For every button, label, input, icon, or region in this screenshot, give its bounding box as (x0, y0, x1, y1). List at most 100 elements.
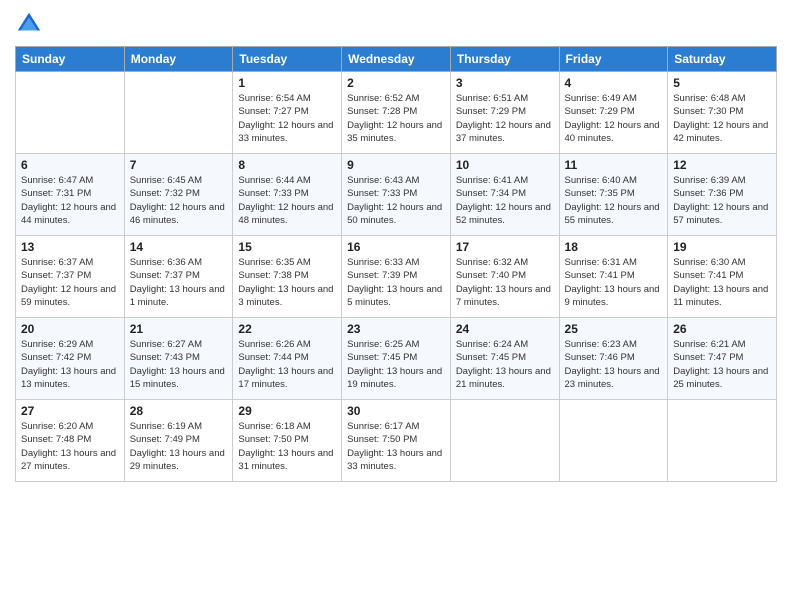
calendar-cell: 17 Sunrise: 6:32 AM Sunset: 7:40 PM Dayli… (450, 236, 559, 318)
calendar-cell (450, 400, 559, 482)
day-number: 9 (347, 158, 445, 172)
day-info: Sunrise: 6:24 AM Sunset: 7:45 PM Dayligh… (456, 338, 554, 391)
day-info: Sunrise: 6:39 AM Sunset: 7:36 PM Dayligh… (673, 174, 771, 227)
day-info: Sunrise: 6:19 AM Sunset: 7:49 PM Dayligh… (130, 420, 228, 473)
day-number: 11 (565, 158, 663, 172)
day-number: 13 (21, 240, 119, 254)
calendar-cell: 29 Sunrise: 6:18 AM Sunset: 7:50 PM Dayli… (233, 400, 342, 482)
day-number: 3 (456, 76, 554, 90)
day-info: Sunrise: 6:33 AM Sunset: 7:39 PM Dayligh… (347, 256, 445, 309)
day-info: Sunrise: 6:43 AM Sunset: 7:33 PM Dayligh… (347, 174, 445, 227)
day-number: 14 (130, 240, 228, 254)
day-info: Sunrise: 6:40 AM Sunset: 7:35 PM Dayligh… (565, 174, 663, 227)
day-number: 29 (238, 404, 336, 418)
calendar-cell: 26 Sunrise: 6:21 AM Sunset: 7:47 PM Dayli… (668, 318, 777, 400)
page: SundayMondayTuesdayWednesdayThursdayFrid… (0, 0, 792, 612)
week-row-1: 1 Sunrise: 6:54 AM Sunset: 7:27 PM Daylig… (16, 72, 777, 154)
calendar-cell: 1 Sunrise: 6:54 AM Sunset: 7:27 PM Daylig… (233, 72, 342, 154)
day-info: Sunrise: 6:44 AM Sunset: 7:33 PM Dayligh… (238, 174, 336, 227)
calendar-cell: 22 Sunrise: 6:26 AM Sunset: 7:44 PM Dayli… (233, 318, 342, 400)
week-row-4: 20 Sunrise: 6:29 AM Sunset: 7:42 PM Dayli… (16, 318, 777, 400)
calendar-cell: 24Sunrise: 6:24 AM Sunset: 7:45 PM Dayli… (450, 318, 559, 400)
calendar-cell: 9 Sunrise: 6:43 AM Sunset: 7:33 PM Daylig… (342, 154, 451, 236)
day-number: 20 (21, 322, 119, 336)
day-header-thursday: Thursday (450, 47, 559, 72)
calendar-cell: 20 Sunrise: 6:29 AM Sunset: 7:42 PM Dayli… (16, 318, 125, 400)
calendar-cell: 5Sunrise: 6:48 AM Sunset: 7:30 PM Daylig… (668, 72, 777, 154)
day-info: Sunrise: 6:54 AM Sunset: 7:27 PM Dayligh… (238, 92, 336, 145)
calendar-cell: 6Sunrise: 6:47 AM Sunset: 7:31 PM Daylig… (16, 154, 125, 236)
calendar-cell: 4 Sunrise: 6:49 AM Sunset: 7:29 PM Daylig… (559, 72, 668, 154)
day-header-sunday: Sunday (16, 47, 125, 72)
day-info: Sunrise: 6:20 AM Sunset: 7:48 PM Dayligh… (21, 420, 119, 473)
day-info: Sunrise: 6:32 AM Sunset: 7:40 PM Dayligh… (456, 256, 554, 309)
day-number: 25 (565, 322, 663, 336)
day-number: 17 (456, 240, 554, 254)
calendar-cell: 12Sunrise: 6:39 AM Sunset: 7:36 PM Dayli… (668, 154, 777, 236)
day-info: Sunrise: 6:49 AM Sunset: 7:29 PM Dayligh… (565, 92, 663, 145)
day-number: 10 (456, 158, 554, 172)
calendar-cell: 16 Sunrise: 6:33 AM Sunset: 7:39 PM Dayli… (342, 236, 451, 318)
day-info: Sunrise: 6:52 AM Sunset: 7:28 PM Dayligh… (347, 92, 445, 145)
day-info: Sunrise: 6:18 AM Sunset: 7:50 PM Dayligh… (238, 420, 336, 473)
day-number: 19 (673, 240, 771, 254)
day-number: 1 (238, 76, 336, 90)
calendar-cell: 3 Sunrise: 6:51 AM Sunset: 7:29 PM Daylig… (450, 72, 559, 154)
calendar-cell: 25 Sunrise: 6:23 AM Sunset: 7:46 PM Dayli… (559, 318, 668, 400)
week-row-5: 27Sunrise: 6:20 AM Sunset: 7:48 PM Dayli… (16, 400, 777, 482)
calendar-cell: 14 Sunrise: 6:36 AM Sunset: 7:37 PM Dayli… (124, 236, 233, 318)
day-number: 23 (347, 322, 445, 336)
calendar-cell: 21 Sunrise: 6:27 AM Sunset: 7:43 PM Dayli… (124, 318, 233, 400)
calendar-cell: 10 Sunrise: 6:41 AM Sunset: 7:34 PM Dayli… (450, 154, 559, 236)
day-number: 22 (238, 322, 336, 336)
day-header-saturday: Saturday (668, 47, 777, 72)
day-number: 6 (21, 158, 119, 172)
calendar-cell: 11 Sunrise: 6:40 AM Sunset: 7:35 PM Dayli… (559, 154, 668, 236)
day-number: 4 (565, 76, 663, 90)
day-number: 15 (238, 240, 336, 254)
calendar-cell (559, 400, 668, 482)
day-info: Sunrise: 6:29 AM Sunset: 7:42 PM Dayligh… (21, 338, 119, 391)
logo (15, 10, 47, 38)
day-info: Sunrise: 6:41 AM Sunset: 7:34 PM Dayligh… (456, 174, 554, 227)
day-number: 26 (673, 322, 771, 336)
day-info: Sunrise: 6:51 AM Sunset: 7:29 PM Dayligh… (456, 92, 554, 145)
day-info: Sunrise: 6:37 AM Sunset: 7:37 PM Dayligh… (21, 256, 119, 309)
calendar-cell: 30Sunrise: 6:17 AM Sunset: 7:50 PM Dayli… (342, 400, 451, 482)
logo-icon (15, 10, 43, 38)
calendar-cell (124, 72, 233, 154)
day-info: Sunrise: 6:31 AM Sunset: 7:41 PM Dayligh… (565, 256, 663, 309)
header-row: SundayMondayTuesdayWednesdayThursdayFrid… (16, 47, 777, 72)
week-row-3: 13 Sunrise: 6:37 AM Sunset: 7:37 PM Dayli… (16, 236, 777, 318)
day-header-wednesday: Wednesday (342, 47, 451, 72)
calendar-cell: 23 Sunrise: 6:25 AM Sunset: 7:45 PM Dayli… (342, 318, 451, 400)
calendar-cell: 27Sunrise: 6:20 AM Sunset: 7:48 PM Dayli… (16, 400, 125, 482)
day-number: 8 (238, 158, 336, 172)
day-number: 21 (130, 322, 228, 336)
calendar-cell: 7Sunrise: 6:45 AM Sunset: 7:32 PM Daylig… (124, 154, 233, 236)
day-info: Sunrise: 6:21 AM Sunset: 7:47 PM Dayligh… (673, 338, 771, 391)
day-info: Sunrise: 6:27 AM Sunset: 7:43 PM Dayligh… (130, 338, 228, 391)
day-info: Sunrise: 6:36 AM Sunset: 7:37 PM Dayligh… (130, 256, 228, 309)
calendar-cell: 2 Sunrise: 6:52 AM Sunset: 7:28 PM Daylig… (342, 72, 451, 154)
day-number: 2 (347, 76, 445, 90)
calendar-cell: 18Sunrise: 6:31 AM Sunset: 7:41 PM Dayli… (559, 236, 668, 318)
calendar-cell: 8 Sunrise: 6:44 AM Sunset: 7:33 PM Daylig… (233, 154, 342, 236)
day-info: Sunrise: 6:25 AM Sunset: 7:45 PM Dayligh… (347, 338, 445, 391)
calendar-cell: 19 Sunrise: 6:30 AM Sunset: 7:41 PM Dayli… (668, 236, 777, 318)
day-number: 5 (673, 76, 771, 90)
calendar-cell (668, 400, 777, 482)
day-info: Sunrise: 6:26 AM Sunset: 7:44 PM Dayligh… (238, 338, 336, 391)
calendar-table: SundayMondayTuesdayWednesdayThursdayFrid… (15, 46, 777, 482)
calendar-cell: 28Sunrise: 6:19 AM Sunset: 7:49 PM Dayli… (124, 400, 233, 482)
day-number: 7 (130, 158, 228, 172)
day-info: Sunrise: 6:17 AM Sunset: 7:50 PM Dayligh… (347, 420, 445, 473)
day-number: 16 (347, 240, 445, 254)
calendar-cell: 13 Sunrise: 6:37 AM Sunset: 7:37 PM Dayli… (16, 236, 125, 318)
day-header-friday: Friday (559, 47, 668, 72)
day-info: Sunrise: 6:30 AM Sunset: 7:41 PM Dayligh… (673, 256, 771, 309)
calendar-cell: 15Sunrise: 6:35 AM Sunset: 7:38 PM Dayli… (233, 236, 342, 318)
day-header-monday: Monday (124, 47, 233, 72)
day-header-tuesday: Tuesday (233, 47, 342, 72)
day-info: Sunrise: 6:23 AM Sunset: 7:46 PM Dayligh… (565, 338, 663, 391)
